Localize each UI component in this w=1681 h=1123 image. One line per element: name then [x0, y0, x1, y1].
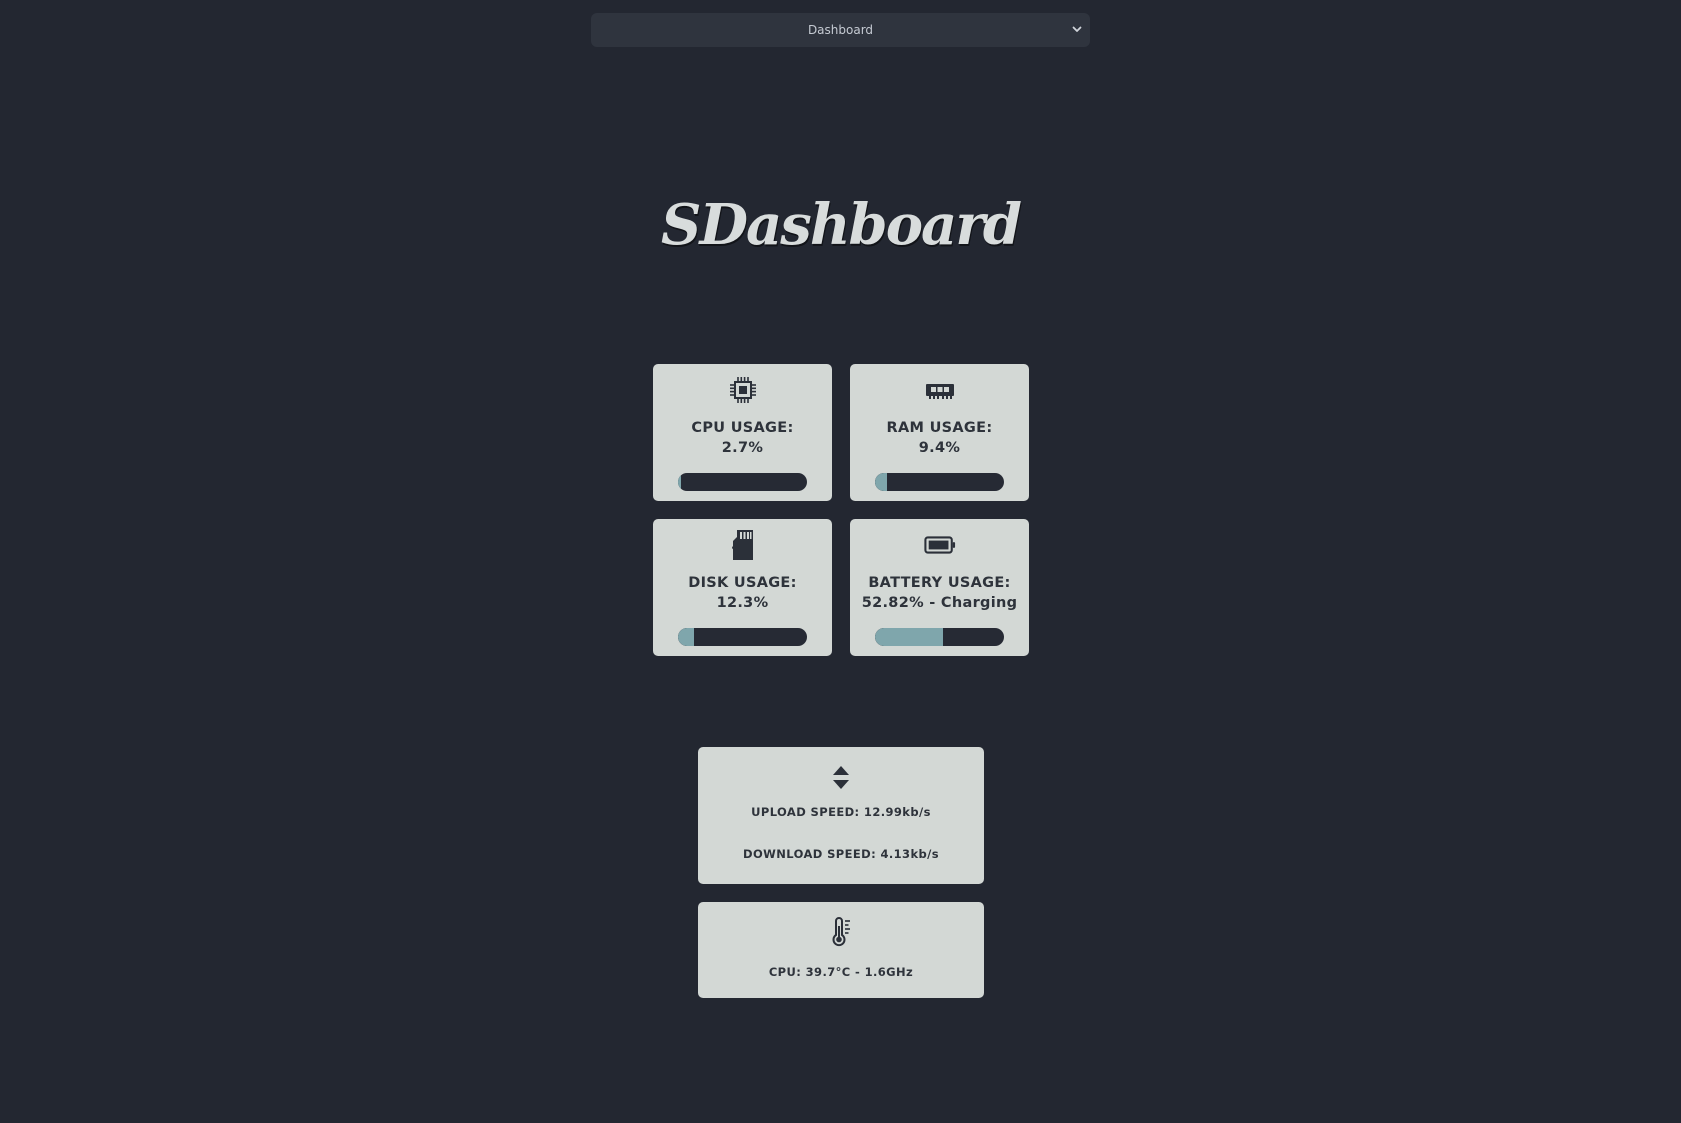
page-select-dropdown[interactable]: Dashboard [591, 13, 1090, 47]
battery-usage-bar-fill [875, 628, 944, 646]
battery-usage-bar [875, 628, 1004, 646]
battery-icon [923, 529, 956, 561]
battery-usage-value: 52.82% - Charging [861, 595, 1018, 611]
thermometer-icon [825, 916, 857, 948]
cpu-usage-value: 2.7% [721, 440, 764, 456]
ram-usage-bar [875, 473, 1004, 491]
chevron-down-icon [1072, 26, 1082, 32]
upload-speed-text: UPLOAD SPEED: 12.99kb/s [751, 805, 931, 819]
cpu-usage-bar-fill [678, 473, 682, 491]
disk-usage-value: 12.3% [716, 595, 769, 611]
sd-card-icon [727, 529, 759, 561]
ram-usage-card: RAM USAGE: 9.4% [850, 364, 1029, 501]
cpu-temperature-text: CPU: 39.7°C - 1.6GHz [768, 965, 914, 979]
battery-usage-card: BATTERY USAGE: 52.82% - Charging [850, 519, 1029, 656]
network-speed-card: UPLOAD SPEED: 12.99kb/s DOWNLOAD SPEED: … [698, 747, 984, 884]
ram-usage-bar-fill [875, 473, 888, 491]
cpu-usage-card: CPU USAGE: 2.7% [653, 364, 832, 501]
cpu-chip-icon [727, 374, 759, 406]
disk-usage-bar-fill [678, 628, 694, 646]
ram-usage-value: 9.4% [918, 440, 961, 456]
ram-usage-label: RAM USAGE: [886, 420, 993, 436]
dashboard-page: Dashboard SDashboard CPU USAGE: 2.7% RAM… [0, 0, 1681, 1123]
app-title: SDashboard [661, 192, 1022, 258]
disk-usage-card: DISK USAGE: 12.3% [653, 519, 832, 656]
disk-usage-bar [678, 628, 807, 646]
sort-arrows-icon [825, 762, 857, 794]
disk-usage-label: DISK USAGE: [688, 575, 797, 591]
battery-usage-label: BATTERY USAGE: [868, 575, 1011, 591]
download-speed-text: DOWNLOAD SPEED: 4.13kb/s [743, 847, 939, 861]
page-select-value: Dashboard [807, 23, 874, 37]
ram-module-icon [924, 374, 956, 406]
cpu-usage-bar [678, 473, 807, 491]
cpu-usage-label: CPU USAGE: [691, 420, 794, 436]
cpu-temperature-card: CPU: 39.7°C - 1.6GHz [698, 902, 984, 998]
